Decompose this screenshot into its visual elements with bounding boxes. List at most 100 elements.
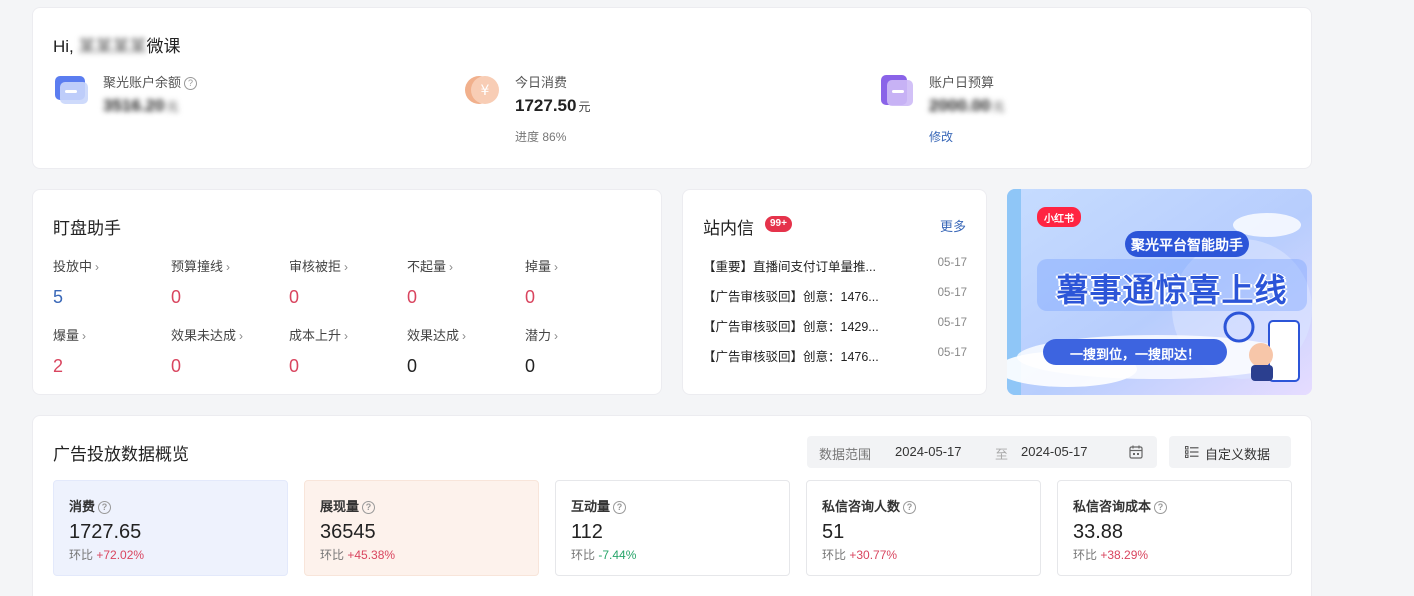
today-spend-value-wrap: 1727.50 元: [515, 96, 590, 116]
monitor-item-volume-surge[interactable]: 爆量 › 2: [53, 325, 163, 377]
chevron-right-icon: ›: [239, 329, 244, 343]
balance-label: 聚光账户余额?: [103, 72, 198, 91]
daily-budget-unit: 元: [992, 100, 1005, 114]
kpi-card-interactions[interactable]: 互动量? 112 环比 -7.44%: [555, 480, 790, 576]
monitor-item-label: 掉量: [525, 259, 552, 274]
kpi-value: 51: [822, 521, 845, 543]
wallet-card-icon: [55, 76, 88, 104]
greeting: Hi, 某某某某微课: [53, 32, 181, 57]
coin-yuan-icon: ¥: [465, 76, 499, 104]
kpi-card-dm-cost[interactable]: 私信咨询成本? 33.88 环比 +38.29%: [1057, 480, 1292, 576]
monitor-item-volume-drop[interactable]: 掉量 › 0: [525, 256, 635, 308]
banner-headline-small: 聚光平台智能助手: [1131, 237, 1243, 253]
monitor-item-label: 审核被拒: [289, 259, 342, 274]
monitor-item-delivering[interactable]: 投放中 › 5: [53, 256, 163, 308]
brand-tag-xiaohongshu: 小红书: [1044, 214, 1074, 225]
monitor-item-value: 0: [525, 356, 536, 376]
ads-overview-title: 广告投放数据概览: [53, 445, 189, 464]
monitor-assistant-card: 盯盘助手 投放中 › 5 预算撞线 › 0 审核被拒 › 0 不起量 › 0 掉量 › 0…: [32, 189, 662, 395]
monitor-item-effect-met[interactable]: 效果达成 › 0: [407, 325, 517, 377]
account-summary-card: Hi, 某某某某微课 聚光账户余额? 3516.20 元 ¥ 今日消费 1727.…: [32, 7, 1312, 169]
kpi-card-spend[interactable]: 消费? 1727.65 环比 +72.02%: [53, 480, 288, 576]
chevron-right-icon: ›: [462, 329, 467, 343]
today-spend-unit: 元: [578, 100, 591, 114]
today-spend-label: 今日消费: [515, 75, 568, 90]
kpi-change: +38.29%: [1100, 548, 1149, 562]
kpi-card-dm-users[interactable]: 私信咨询人数? 51 环比 +30.77%: [806, 480, 1041, 576]
today-spend-progress: 进度 86%: [515, 128, 566, 145]
kpi-label: 私信咨询人数: [822, 499, 901, 514]
date-separator: 至: [995, 447, 1009, 462]
chevron-right-icon: ›: [226, 260, 231, 274]
kpi-label: 消费: [69, 499, 96, 514]
monitor-item-review-rejected[interactable]: 审核被拒 › 0: [289, 256, 399, 308]
kpi-change-prefix: 环比: [571, 548, 596, 562]
today-spend-value: 1727.50: [515, 96, 577, 115]
greeting-suffix: 微课: [146, 37, 181, 56]
message-date: 05-17: [937, 257, 967, 269]
kpi-change: +72.02%: [96, 548, 145, 562]
monitor-item-value: 0: [289, 356, 300, 376]
ads-overview-card: 广告投放数据概览 数据范围 2024-05-17 至 2024-05-17 自定…: [32, 415, 1312, 596]
help-icon[interactable]: ?: [1154, 501, 1168, 514]
monitor-item-no-volume[interactable]: 不起量 › 0: [407, 256, 517, 308]
kpi-change: +45.38%: [347, 548, 396, 562]
help-icon[interactable]: ?: [613, 501, 627, 514]
monitor-item-effect-not-met[interactable]: 效果未达成 › 0: [171, 325, 281, 377]
help-icon[interactable]: ?: [362, 501, 376, 514]
monitor-item-value: 5: [53, 287, 64, 307]
message-date: 05-17: [937, 347, 967, 359]
kpi-change: -7.44%: [598, 548, 637, 562]
kpi-change-prefix: 环比: [320, 548, 345, 562]
kpi-change-prefix: 环比: [69, 548, 94, 562]
calendar-icon[interactable]: [1129, 445, 1143, 459]
message-item[interactable]: 【广告审核驳回】创意：1476... 05-17: [703, 346, 967, 364]
kpi-label: 私信咨询成本: [1073, 499, 1152, 514]
daily-budget-value-blurred: 2000.00 元: [929, 96, 1004, 116]
message-title: 【广告审核驳回】创意：1429...: [703, 320, 879, 334]
chevron-right-icon: ›: [82, 329, 87, 343]
monitor-item-label: 成本上升: [289, 328, 342, 343]
message-item[interactable]: 【重要】直播间支付订单量推... 05-17: [703, 256, 967, 274]
kpi-card-impressions[interactable]: 展现量? 36545 环比 +45.38%: [304, 480, 539, 576]
inbox-title: 站内信: [703, 219, 754, 238]
balance-value: 3516.20: [103, 96, 165, 115]
chevron-right-icon: ›: [95, 260, 100, 274]
message-date: 05-17: [937, 287, 967, 299]
message-item[interactable]: 【广告审核驳回】创意：1476... 05-17: [703, 286, 967, 304]
date-start-input[interactable]: 2024-05-17: [895, 444, 962, 459]
inbox-more-link[interactable]: 更多: [940, 216, 966, 235]
chevron-right-icon: ›: [344, 329, 349, 343]
help-icon[interactable]: ?: [184, 77, 198, 90]
help-icon[interactable]: ?: [98, 501, 112, 514]
chevron-right-icon: ›: [344, 260, 349, 274]
kpi-label: 展现量: [320, 499, 360, 514]
kpi-change: +30.77%: [849, 548, 898, 562]
greeting-username-blurred: 某某某某: [78, 37, 147, 56]
balance-unit: 元: [166, 100, 179, 114]
custom-data-button[interactable]: 自定义数据: [1169, 436, 1291, 468]
edit-budget-link[interactable]: 修改: [929, 128, 953, 145]
message-title: 【重要】直播间支付订单量推...: [703, 260, 876, 274]
date-end-input[interactable]: 2024-05-17: [1021, 444, 1088, 459]
monitor-item-label: 效果未达成: [171, 328, 237, 343]
monitor-item-cost-rising[interactable]: 成本上升 › 0: [289, 325, 399, 377]
monitor-item-label: 预算撞线: [171, 259, 224, 274]
monitor-item-label: 潜力: [525, 328, 552, 343]
svg-text:¥: ¥: [481, 83, 490, 99]
chevron-right-icon: ›: [554, 260, 559, 274]
message-date: 05-17: [937, 317, 967, 329]
date-range-picker[interactable]: 数据范围 2024-05-17 至 2024-05-17: [807, 436, 1157, 468]
monitor-item-potential[interactable]: 潜力 › 0: [525, 325, 635, 377]
progress-value: 86%: [542, 130, 567, 144]
monitor-item-budget-limit[interactable]: 预算撞线 › 0: [171, 256, 281, 308]
message-item[interactable]: 【广告审核驳回】创意：1429... 05-17: [703, 316, 967, 334]
inbox-card: 站内信 99+ 更多 【重要】直播间支付订单量推... 05-17 【广告审核驳…: [682, 189, 987, 395]
balance-value-blurred: 3516.20 元: [103, 96, 178, 116]
help-icon[interactable]: ?: [903, 501, 917, 514]
list-settings-icon: [1185, 446, 1199, 458]
promo-banner[interactable]: 小红书 聚光平台智能助手 薯事通惊喜上线 一搜到位，一搜即达！: [1007, 189, 1312, 395]
monitor-item-value: 0: [525, 287, 536, 307]
banner-headline-big: 薯事通惊喜上线: [1056, 272, 1288, 308]
custom-data-label: 自定义数据: [1205, 447, 1271, 462]
